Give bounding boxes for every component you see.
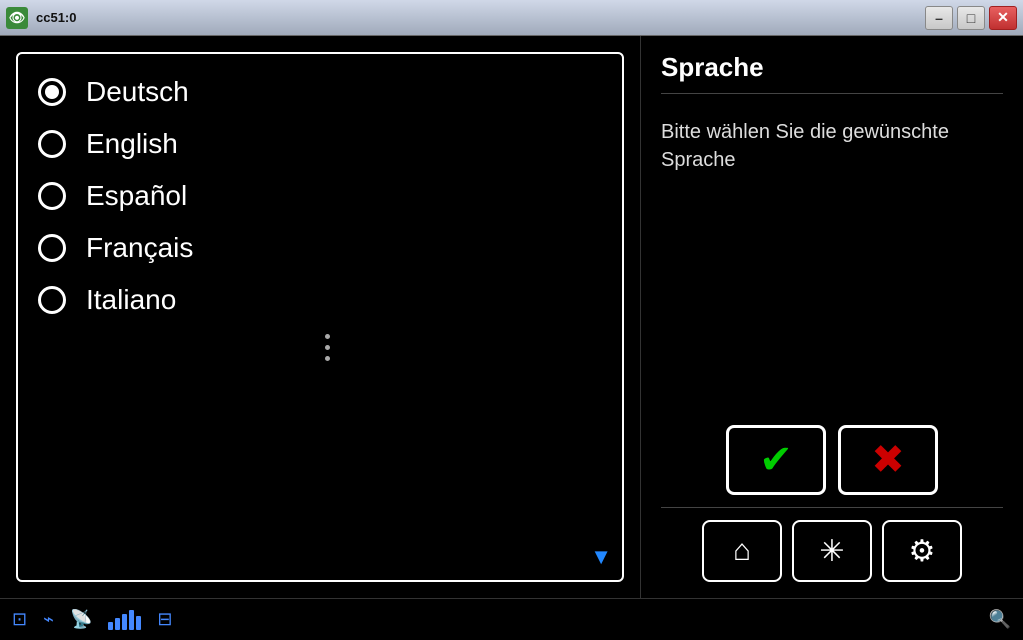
power-icon: ⊡ bbox=[12, 609, 27, 630]
language-item-deutsch[interactable]: Deutsch bbox=[38, 66, 602, 118]
dot-2 bbox=[325, 345, 330, 350]
minimize-button[interactable]: – bbox=[925, 6, 953, 30]
confirm-button[interactable]: ✔ bbox=[726, 425, 826, 495]
titlebar: 👁 cc51:0 – □ ✕ bbox=[0, 0, 1023, 36]
signal-bar-2 bbox=[115, 618, 120, 630]
signal-bar-4 bbox=[129, 610, 134, 630]
signal-bars bbox=[108, 610, 141, 630]
titlebar-left: 👁 cc51:0 bbox=[6, 7, 76, 29]
radio-espanol bbox=[38, 182, 66, 210]
content-split: DeutschEnglishEspañolFrançaisItaliano ▼ … bbox=[0, 36, 1023, 598]
network-icon: 📡 bbox=[70, 609, 92, 630]
language-label-italiano: Italiano bbox=[86, 284, 176, 316]
action-buttons: ✔ ✖ bbox=[661, 425, 1003, 495]
radio-deutsch bbox=[38, 78, 66, 106]
fan-button[interactable]: ✳ bbox=[792, 520, 872, 582]
settings-button[interactable]: ⚙ bbox=[882, 520, 962, 582]
close-button[interactable]: ✕ bbox=[989, 6, 1017, 30]
signal-bar-1 bbox=[108, 622, 113, 630]
language-label-francais: Français bbox=[86, 232, 193, 264]
maximize-button[interactable]: □ bbox=[957, 6, 985, 30]
language-item-english[interactable]: English bbox=[38, 118, 602, 170]
status-bar: ⊡ ⌁ 📡 ⊟ 🔍 bbox=[0, 598, 1023, 640]
radio-francais bbox=[38, 234, 66, 262]
language-label-deutsch: Deutsch bbox=[86, 76, 189, 108]
check-icon: ✔ bbox=[759, 437, 793, 483]
panel-description: Bitte wählen Sie die gewünschte Sprache bbox=[661, 118, 1003, 425]
app-icon: 👁 bbox=[6, 7, 28, 29]
network-topology-icon: ⊟ bbox=[157, 609, 172, 630]
right-panel: Sprache Bitte wählen Sie die gewünschte … bbox=[640, 36, 1023, 598]
cross-icon: ✖ bbox=[871, 437, 905, 483]
titlebar-buttons: – □ ✕ bbox=[925, 6, 1017, 30]
dot-3 bbox=[325, 356, 330, 361]
cancel-button[interactable]: ✖ bbox=[838, 425, 938, 495]
settings-icon: ⚙ bbox=[909, 534, 936, 569]
language-item-italiano[interactable]: Italiano bbox=[38, 274, 602, 326]
signal-bar-3 bbox=[122, 614, 127, 630]
fan-icon: ✳ bbox=[819, 534, 844, 569]
bottom-nav: ⌂ ✳ ⚙ bbox=[661, 520, 1003, 582]
panel-title: Sprache bbox=[661, 52, 1003, 94]
home-button[interactable]: ⌂ bbox=[702, 520, 782, 582]
zoom-icon: 🔍 bbox=[989, 609, 1011, 630]
scroll-dots bbox=[52, 334, 602, 361]
scroll-down-arrow[interactable]: ▼ bbox=[590, 544, 612, 570]
signal-bar-5 bbox=[136, 616, 141, 630]
home-icon: ⌂ bbox=[733, 534, 751, 568]
left-panel: Deutsch English Español Français Italiano ▼ bbox=[0, 36, 640, 598]
window-title: cc51:0 bbox=[36, 10, 76, 25]
connect-icon: ⌁ bbox=[43, 609, 54, 630]
language-item-francais[interactable]: Français bbox=[38, 222, 602, 274]
language-label-english: English bbox=[86, 128, 178, 160]
language-list: Deutsch English Español Français Italiano ▼ bbox=[16, 52, 624, 582]
language-items-container: Deutsch English Español Français Italiano bbox=[38, 66, 602, 326]
radio-english bbox=[38, 130, 66, 158]
separator bbox=[661, 507, 1003, 508]
language-label-espanol: Español bbox=[86, 180, 187, 212]
main-content: DeutschEnglishEspañolFrançaisItaliano ▼ … bbox=[0, 36, 1023, 640]
dot-1 bbox=[325, 334, 330, 339]
radio-italiano bbox=[38, 286, 66, 314]
language-item-espanol[interactable]: Español bbox=[38, 170, 602, 222]
